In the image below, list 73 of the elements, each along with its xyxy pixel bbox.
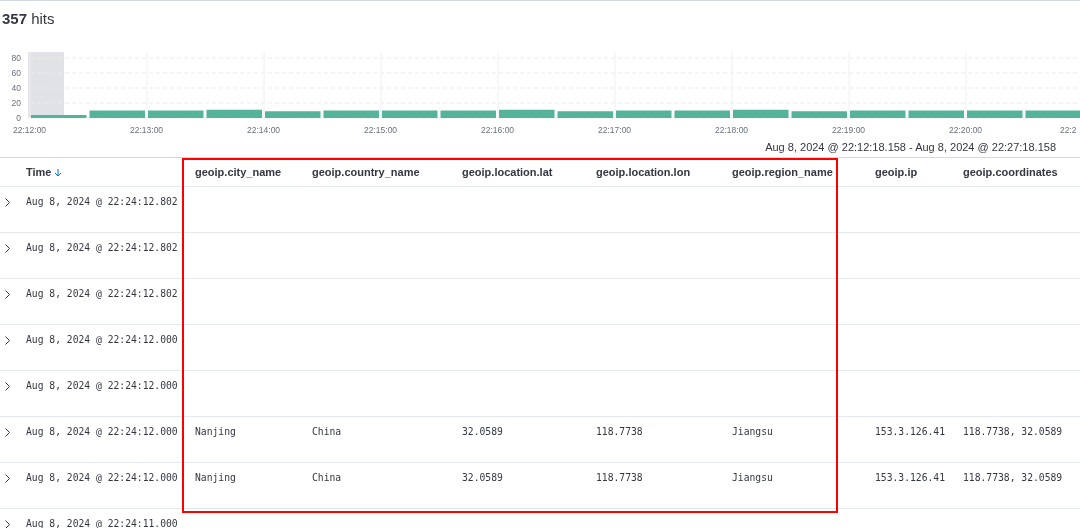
table-cell-text: Aug 8, 2024 @ 22:24:12.000 <box>26 425 179 437</box>
expand-chevron-icon[interactable] <box>5 382 10 391</box>
expand-chevron-icon[interactable] <box>5 428 10 437</box>
histogram-bar[interactable] <box>206 109 262 118</box>
y-tick-label: 60 <box>11 68 21 78</box>
column-header[interactable]: geoip.ip <box>875 166 963 178</box>
sort-arrow-icon[interactable] <box>54 167 63 177</box>
histogram-bar[interactable] <box>148 110 204 118</box>
histogram-bar[interactable] <box>31 115 87 118</box>
histogram-bar[interactable] <box>265 111 321 118</box>
table-cell-text: Aug 8, 2024 @ 22:24:12.000 <box>26 333 179 345</box>
column-header[interactable]: geoip.location.lon <box>596 166 732 178</box>
x-tick-label: 22:2 <box>1060 125 1077 135</box>
table-cell-text: Aug 8, 2024 @ 22:24:12.802 <box>26 287 179 299</box>
table-cell-text: Jiangsu <box>732 425 774 437</box>
table-cell-text: 118.7738 <box>596 425 644 437</box>
expand-chevron-icon[interactable] <box>5 474 10 483</box>
table-cell-text: 153.3.126.41 <box>875 425 946 437</box>
expand-chevron-icon[interactable] <box>5 336 10 345</box>
histogram-bar[interactable] <box>674 110 730 118</box>
x-tick-label: 22:16:00 <box>481 125 515 135</box>
column-header[interactable]: geoip.location.lat <box>462 166 596 178</box>
x-tick-label: 22:17:00 <box>598 125 632 135</box>
table-cell-text: 153.3.126.41 <box>875 471 946 483</box>
x-tick-label: 22:15:00 <box>364 125 398 135</box>
histogram-bar[interactable] <box>967 110 1023 118</box>
x-tick-label: 22:20:00 <box>949 125 983 135</box>
x-tick-label: 22:14:00 <box>247 125 281 135</box>
histogram-bar[interactable] <box>616 110 672 118</box>
column-header[interactable]: geoip.region_name <box>732 166 875 178</box>
table-cell-text: 32.0589 <box>462 471 504 483</box>
expand-chevron-icon[interactable] <box>5 198 10 207</box>
table-cell-text: Nanjing <box>195 471 237 483</box>
y-tick-label: 80 <box>11 53 21 63</box>
table-cell-text: 118.7738 <box>596 471 644 483</box>
y-tick-label: 40 <box>11 83 21 93</box>
table-cell-text: Aug 8, 2024 @ 22:24:12.802 <box>26 195 179 207</box>
x-tick-label: 22:19:00 <box>832 125 866 135</box>
histogram-bar[interactable] <box>382 110 438 118</box>
histogram-bar[interactable] <box>1025 110 1080 118</box>
histogram-bar[interactable] <box>733 109 789 118</box>
x-tick-label: 22:13:00 <box>130 125 164 135</box>
column-header[interactable]: geoip.country_name <box>312 166 462 178</box>
histogram-bar[interactable] <box>850 110 906 118</box>
table-cell-text: China <box>312 471 343 483</box>
table-cell-text: Aug 8, 2024 @ 22:24:12.000 <box>26 379 179 391</box>
table-cell-text: China <box>312 425 343 437</box>
table-cell-text: Jiangsu <box>732 471 774 483</box>
x-tick-label: 22:12:00 <box>13 125 47 135</box>
expand-chevron-icon[interactable] <box>5 290 10 299</box>
column-header[interactable]: Time <box>26 166 195 178</box>
time-range: Aug 8, 2024 @ 22:12:18.158 - Aug 8, 2024 @ 22:27:18.158 <box>765 141 1056 153</box>
histogram-bar[interactable] <box>557 111 613 118</box>
histogram-bar[interactable] <box>908 110 964 118</box>
table-cell-text: Aug 8, 2024 @ 22:24:12.000 <box>26 471 179 483</box>
column-header[interactable]: geoip.city_name <box>195 166 312 178</box>
expand-chevron-icon[interactable] <box>5 520 10 528</box>
table-cell-text: 32.0589 <box>462 425 504 437</box>
table-cell-text: Nanjing <box>195 425 237 437</box>
expand-chevron-icon[interactable] <box>5 244 10 253</box>
histogram-bar[interactable] <box>440 110 496 118</box>
y-tick-label: 20 <box>11 98 21 108</box>
column-header[interactable]: geoip.coordinates <box>963 166 1080 178</box>
histogram-bar[interactable] <box>89 110 145 118</box>
table-cell-text: 118.7738, 32.0589 <box>963 425 1064 437</box>
table-cell-text: 118.7738, 32.0589 <box>963 471 1064 483</box>
histogram-bar[interactable] <box>791 111 847 118</box>
x-tick-label: 22:18:00 <box>715 125 749 135</box>
hits-count: 357 hits <box>2 10 55 27</box>
table-cell-text: Aug 8, 2024 @ 22:24:12.802 <box>26 241 179 253</box>
histogram-bar[interactable] <box>499 109 555 118</box>
y-tick-label: 0 <box>16 113 21 123</box>
histogram-bar[interactable] <box>323 110 379 118</box>
